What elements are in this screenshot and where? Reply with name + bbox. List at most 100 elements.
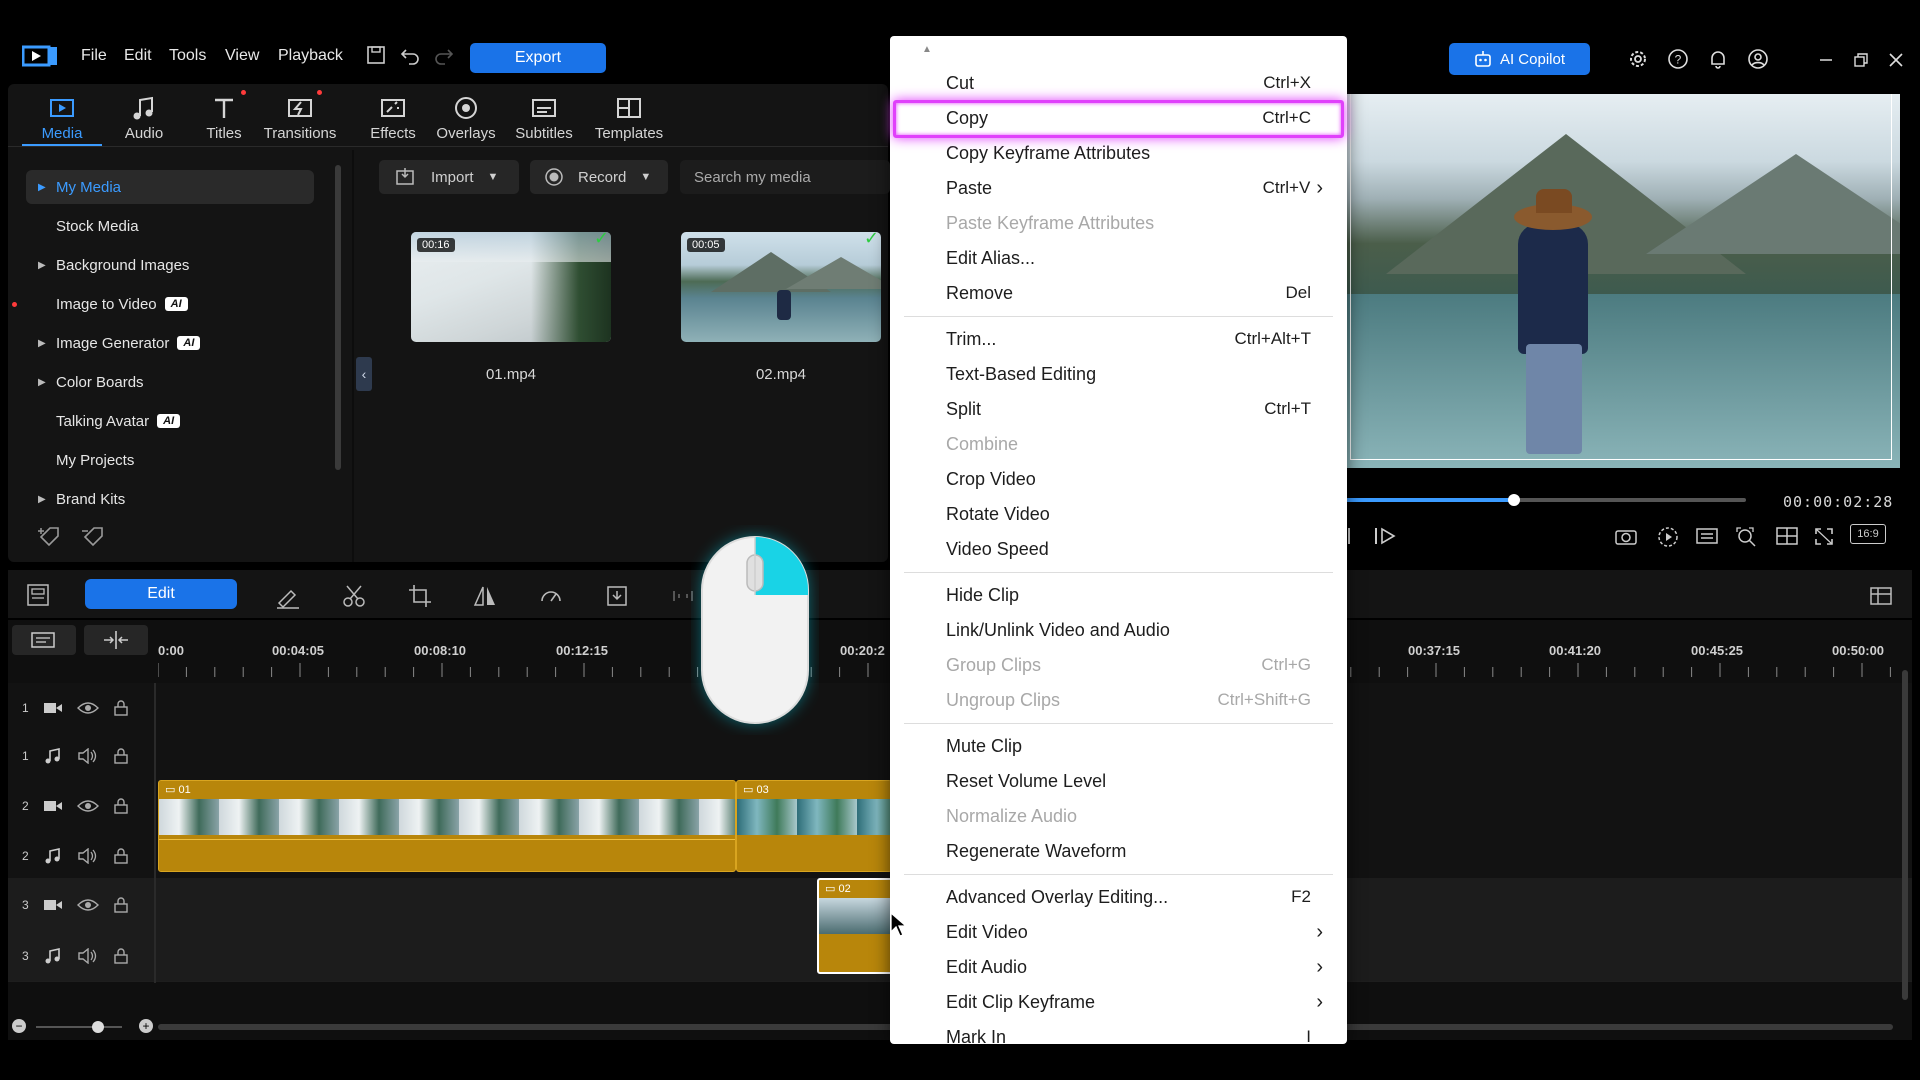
subtitle-preview-icon[interactable] (1695, 526, 1719, 546)
pen-tool-icon[interactable] (275, 583, 301, 609)
settings-gear-icon[interactable] (1627, 48, 1649, 70)
mark-icon[interactable] (605, 583, 631, 609)
playback-progress-bar[interactable] (1346, 498, 1746, 502)
tab-subtitles[interactable]: Subtitles (498, 94, 590, 144)
tree-item-background-images[interactable]: ▶ Background Images (18, 248, 318, 282)
lock-icon[interactable] (113, 700, 129, 716)
tree-item-image-generator[interactable]: ▶ Image Generator AI (18, 326, 318, 360)
menu-item-edit-alias[interactable]: Edit Alias... (946, 241, 1311, 275)
menu-item-mark-in[interactable]: Mark In I (946, 1020, 1311, 1045)
menu-view[interactable]: View (225, 47, 259, 65)
edit-button[interactable]: Edit (85, 579, 237, 609)
zoom-out-icon[interactable]: − (12, 1019, 26, 1033)
menu-item-hide-clip[interactable]: Hide Clip (946, 578, 1311, 612)
visibility-eye-icon[interactable] (76, 701, 99, 715)
tab-transitions[interactable]: Transitions (254, 90, 346, 144)
visibility-eye-icon[interactable] (76, 898, 99, 912)
menu-item-edit-video[interactable]: Edit Video › (946, 915, 1323, 949)
lock-icon[interactable] (113, 797, 129, 814)
speaker-icon[interactable] (77, 747, 99, 764)
menu-file[interactable]: File (81, 47, 107, 65)
menu-tools[interactable]: Tools (169, 47, 206, 65)
scissors-icon[interactable] (341, 583, 367, 609)
tree-item-brand-kits[interactable]: ▶ Brand Kits (18, 482, 318, 516)
speaker-icon[interactable] (77, 948, 99, 964)
tab-templates[interactable]: Templates (583, 94, 675, 144)
crop-icon[interactable] (407, 583, 433, 609)
minimize-icon[interactable] (1818, 52, 1834, 68)
export-button[interactable]: Export (470, 43, 606, 73)
account-icon[interactable] (1747, 48, 1769, 70)
tab-audio[interactable]: Audio (98, 94, 190, 144)
clip-01[interactable]: ▭ 01 (158, 780, 736, 872)
undo-icon[interactable] (399, 44, 421, 66)
tree-scrollbar[interactable] (335, 165, 341, 470)
menu-item-crop-video[interactable]: Crop Video (946, 462, 1311, 496)
clip-03[interactable]: ▭ 03 (736, 780, 892, 872)
visibility-eye-icon[interactable] (76, 799, 99, 813)
import-dropdown[interactable]: Import ▼ (379, 160, 519, 194)
menu-item-text-based-editing[interactable]: Text-Based Editing (946, 357, 1311, 391)
project-settings-icon[interactable] (25, 582, 51, 608)
menu-item-mute-clip[interactable]: Mute Clip (946, 729, 1311, 763)
restore-icon[interactable] (1853, 52, 1869, 68)
menu-item-edit-audio[interactable]: Edit Audio › (946, 950, 1323, 984)
menu-playback[interactable]: Playback (278, 47, 343, 65)
media-item-02[interactable]: 00:05 ✓ 02.mp4 (681, 228, 881, 383)
previous-frame-icon[interactable] (1345, 526, 1359, 546)
timeline-settings-icon[interactable] (1868, 583, 1894, 609)
add-tag-icon[interactable] (38, 524, 64, 548)
lock-icon[interactable] (113, 896, 129, 913)
track-manager-button[interactable] (12, 625, 76, 655)
zoom-slider[interactable] (36, 1026, 122, 1028)
speaker-icon[interactable] (77, 847, 99, 864)
zoom-preview-icon[interactable] (1735, 526, 1759, 548)
zoom-in-icon[interactable]: + (139, 1019, 153, 1033)
preview-window[interactable] (1346, 94, 1900, 468)
menu-item-split[interactable]: Split Ctrl+T (946, 392, 1311, 426)
play-icon[interactable] (1374, 526, 1398, 546)
menu-scroll-up-icon[interactable]: ▲ (922, 44, 932, 55)
menu-item-rotate-video[interactable]: Rotate Video (946, 497, 1311, 531)
flip-icon[interactable] (472, 583, 498, 609)
lock-icon[interactable] (113, 847, 129, 864)
menu-item-cut[interactable]: Cut Ctrl+X (946, 66, 1311, 100)
clip-02[interactable]: ▭ 02 (817, 878, 894, 974)
tree-item-my-projects[interactable]: My Projects (18, 443, 318, 477)
menu-item-trim[interactable]: Trim... Ctrl+Alt+T (946, 322, 1311, 356)
help-icon[interactable]: ? (1667, 48, 1689, 70)
record-dropdown[interactable]: Record ▼ (530, 160, 668, 194)
menu-item-advanced-overlay-editing[interactable]: Advanced Overlay Editing... F2 (946, 880, 1311, 914)
tree-item-talking-avatar[interactable]: Talking Avatar AI (18, 404, 318, 438)
fit-timeline-button[interactable] (84, 625, 148, 655)
preview-quality-icon[interactable] (1656, 526, 1680, 548)
playback-scrubber[interactable] (1508, 494, 1520, 506)
fullscreen-icon[interactable] (1813, 526, 1835, 546)
tab-media[interactable]: Media (16, 94, 108, 146)
lock-icon[interactable] (113, 747, 129, 764)
aspect-ratio-selector[interactable]: 16:9 (1850, 524, 1886, 544)
snapshot-camera-icon[interactable] (1614, 526, 1638, 546)
menu-item-paste[interactable]: Paste Ctrl+V › (946, 171, 1323, 205)
menu-item-link-unlink-video-and-audio[interactable]: Link/Unlink Video and Audio (946, 613, 1311, 647)
layout-grid-icon[interactable] (1775, 526, 1799, 546)
panel-divider[interactable] (352, 150, 354, 562)
save-icon[interactable] (365, 44, 387, 66)
media-item-01[interactable]: 00:16 ✓ 01.mp4 (411, 228, 611, 383)
lock-icon[interactable] (113, 948, 129, 964)
tree-item-image-to-video[interactable]: Image to Video AI (12, 287, 318, 321)
menu-edit[interactable]: Edit (124, 47, 152, 65)
redo-icon[interactable] (433, 44, 455, 66)
collapse-panel-button[interactable]: ‹ (356, 357, 372, 391)
zoom-slider-knob[interactable] (92, 1021, 104, 1033)
tree-item-stock-media[interactable]: Stock Media (18, 209, 318, 243)
ai-copilot-button[interactable]: AI Copilot (1449, 43, 1590, 75)
tree-item-color-boards[interactable]: ▶ Color Boards (18, 365, 318, 399)
remove-tag-icon[interactable] (82, 524, 108, 548)
timeline-vertical-scrollbar[interactable] (1902, 670, 1908, 1000)
menu-item-edit-clip-keyframe[interactable]: Edit Clip Keyframe › (946, 985, 1323, 1019)
search-media-input[interactable]: Search my media (680, 160, 890, 194)
close-icon[interactable] (1888, 52, 1904, 68)
menu-item-copy-keyframe-attributes[interactable]: Copy Keyframe Attributes (946, 136, 1311, 170)
menu-item-remove[interactable]: Remove Del (946, 276, 1311, 310)
